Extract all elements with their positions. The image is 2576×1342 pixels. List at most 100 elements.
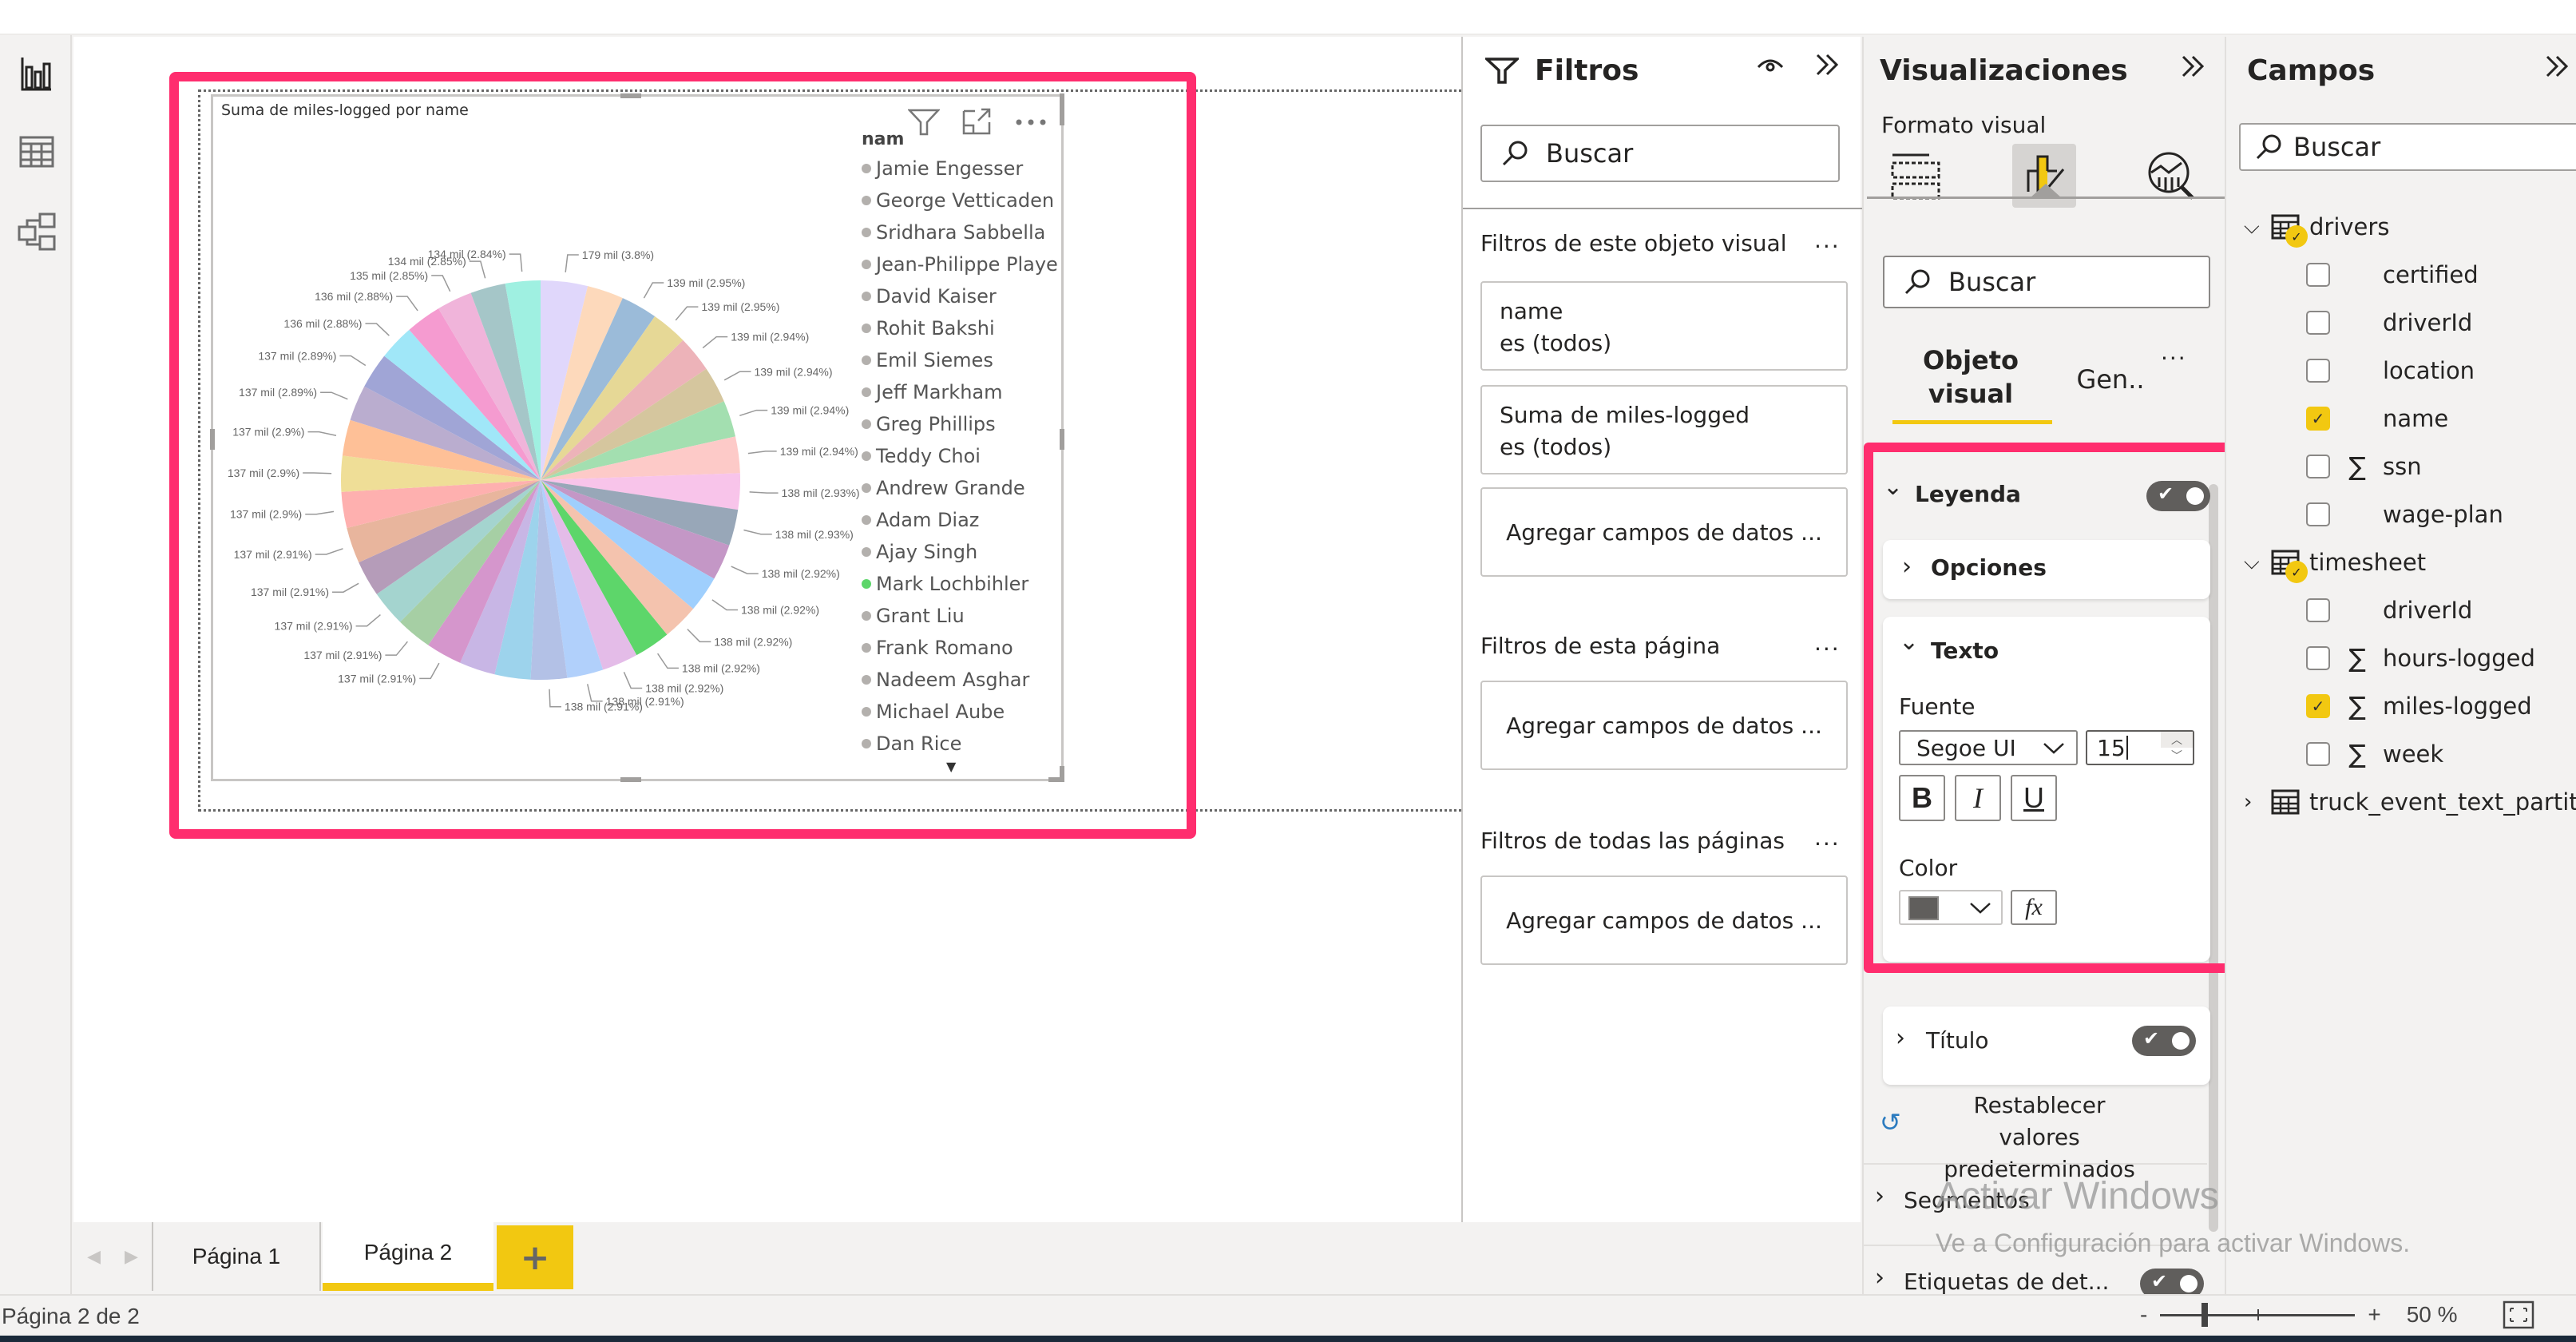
filter-card-miles-logged[interactable]: Suma de miles-logged es (todos) (1480, 385, 1848, 474)
field-item[interactable]: ∑ week (2306, 732, 2443, 776)
filter-icon (1485, 58, 1519, 84)
next-page-icon[interactable]: ▶ (125, 1247, 138, 1267)
field-checkbox[interactable] (2306, 742, 2330, 766)
page-filters-heading: Filtros de esta página (1480, 633, 1721, 659)
collapse-pane-icon[interactable] (1814, 53, 1841, 77)
zoom-slider-thumb[interactable] (2201, 1302, 2209, 1327)
sigma-icon: ∑ (2348, 643, 2366, 673)
field-checkbox[interactable] (2306, 359, 2330, 383)
toggle-knob (2172, 1032, 2190, 1050)
tab-label: Objeto visual (1922, 345, 2019, 409)
add-all-pages-filter-dropzone[interactable]: Agregar campos de datos ... (1480, 875, 1848, 965)
filters-pane: Filtros Buscar Filtros de este objeto vi… (1461, 37, 1862, 1222)
bar-chart-icon (21, 58, 51, 91)
filter-field: name (1500, 298, 1563, 324)
table-node[interactable]: › truck_event_text_partiti... (2244, 780, 2576, 824)
field-checkbox[interactable]: ✓ (2306, 694, 2330, 718)
chevron-down-icon[interactable]: ⌵ (2244, 215, 2271, 240)
page-filters-more-button[interactable]: ... (1814, 629, 1841, 656)
table-name: timesheet (2309, 549, 2427, 576)
zoom-slider[interactable] (2160, 1302, 2356, 1327)
field-checkbox[interactable] (2306, 502, 2330, 526)
search-placeholder: Buscar (1546, 138, 1634, 169)
all-pages-filters-more-button[interactable]: ... (1814, 824, 1841, 851)
check-icon: ✔ (2151, 1270, 2168, 1292)
tab-general[interactable]: Gen.. (2075, 363, 2146, 396)
add-page-button[interactable]: + (497, 1225, 573, 1289)
visual-filters-more-button[interactable]: ... (1814, 227, 1841, 253)
reset-defaults-button[interactable]: Restablecer valores predeterminados (1936, 1090, 2143, 1185)
power-bi-window: Suma de miles-logged por name 179 mil (3… (0, 0, 2576, 1342)
reset-icon[interactable]: ↺ (1880, 1107, 1901, 1138)
search-icon (2256, 134, 2281, 160)
eye-icon[interactable] (1757, 56, 1784, 75)
chevron-down-icon[interactable]: ⌵ (2244, 550, 2271, 575)
search-placeholder: Buscar (2293, 132, 2381, 162)
data-view-button[interactable] (18, 133, 56, 171)
filter-card-name[interactable]: name es (todos) (1480, 281, 1848, 371)
etiquetas-section[interactable]: Etiquetas de det... (1904, 1269, 2109, 1295)
field-name: driverId (2383, 597, 2473, 624)
table-node[interactable]: ⌵ ✓ timesheet (2244, 540, 2426, 585)
zoom-out-button[interactable]: - (2140, 1302, 2147, 1328)
visualizations-pane: Visualizaciones Formato visual Buscar Ob… (1862, 37, 2236, 1299)
fit-to-page-icon[interactable] (2503, 1300, 2534, 1329)
sigma-icon: ∑ (2348, 739, 2366, 769)
table-icon: ✓ (2271, 214, 2308, 248)
chevron-right-icon[interactable]: › (2244, 790, 2271, 814)
field-item[interactable]: ∑ hours-logged (2306, 636, 2535, 681)
selected-badge-icon: ✓ (2285, 561, 2308, 583)
tab-pagina-1[interactable]: Página 1 (153, 1222, 321, 1291)
table-name: drivers (2309, 213, 2390, 240)
format-search-input[interactable]: Buscar (1883, 256, 2210, 308)
field-item[interactable]: location (2306, 348, 2475, 393)
field-name: ssn (2383, 453, 2422, 480)
chevron-right-icon: › (1875, 1264, 1884, 1292)
field-item[interactable]: wage-plan (2306, 492, 2503, 537)
field-name: location (2383, 357, 2475, 384)
visualizations-title: Visualizaciones (1880, 54, 2128, 87)
fields-search-input[interactable]: Buscar (2239, 123, 2576, 171)
field-checkbox[interactable] (2306, 646, 2330, 670)
collapse-pane-icon[interactable] (2180, 54, 2207, 78)
tab-pagina-2[interactable]: Página 2 (323, 1222, 493, 1291)
tab-objeto-visual[interactable]: Objeto visual (1892, 343, 2049, 411)
zoom-level[interactable]: 50 % (2407, 1302, 2458, 1328)
filters-search-input[interactable]: Buscar (1480, 125, 1840, 182)
titulo-toggle[interactable]: ✔ (2132, 1026, 2196, 1056)
prev-page-icon[interactable]: ◀ (87, 1247, 101, 1267)
field-item[interactable]: ∑ ssn (2306, 444, 2422, 489)
zoom-in-button[interactable]: + (2368, 1302, 2380, 1328)
titulo-card[interactable]: › Título ✔ (1883, 1007, 2210, 1085)
check-icon: ✔ (2143, 1027, 2160, 1050)
field-item[interactable]: ✓ name (2306, 396, 2448, 441)
field-checkbox[interactable] (2306, 455, 2330, 478)
add-page-filter-dropzone[interactable]: Agregar campos de datos ... (1480, 681, 1848, 770)
table-name: truck_event_text_partiti... (2309, 788, 2576, 816)
collapse-pane-icon[interactable] (2544, 54, 2571, 78)
report-canvas[interactable]: Suma de miles-logged por name 179 mil (3… (73, 37, 1482, 1222)
search-icon (1502, 141, 1528, 166)
visual-filters-heading: Filtros de este objeto visual (1480, 230, 1787, 256)
active-subtab-indicator (1892, 420, 2052, 424)
table-node[interactable]: ⌵ ✓ drivers (2244, 204, 2389, 249)
page-nav-arrows: ◀ ▶ (73, 1222, 153, 1291)
field-item[interactable]: ✓ ∑ miles-logged (2306, 684, 2532, 729)
toggle-knob (2180, 1275, 2198, 1292)
field-item[interactable]: driverId (2306, 300, 2472, 345)
model-view-button[interactable] (18, 212, 56, 251)
annotation-highlight-visual (169, 72, 1196, 839)
field-item[interactable]: certified (2306, 252, 2479, 297)
subtabs-more-button[interactable]: ... (2161, 339, 2187, 365)
filter-field: Suma de miles-logged (1500, 402, 1750, 428)
sigma-icon: ∑ (2348, 451, 2366, 482)
report-view-button[interactable] (18, 54, 56, 93)
field-checkbox[interactable] (2306, 598, 2330, 622)
field-checkbox[interactable] (2306, 263, 2330, 287)
field-name: hours-logged (2383, 645, 2535, 672)
field-checkbox[interactable]: ✓ (2306, 407, 2330, 431)
zoom-control: - + 50 % (2140, 1300, 2534, 1329)
add-visual-filter-dropzone[interactable]: Agregar campos de datos ... (1480, 487, 1848, 577)
field-item[interactable]: driverId (2306, 588, 2472, 633)
field-checkbox[interactable] (2306, 311, 2330, 335)
